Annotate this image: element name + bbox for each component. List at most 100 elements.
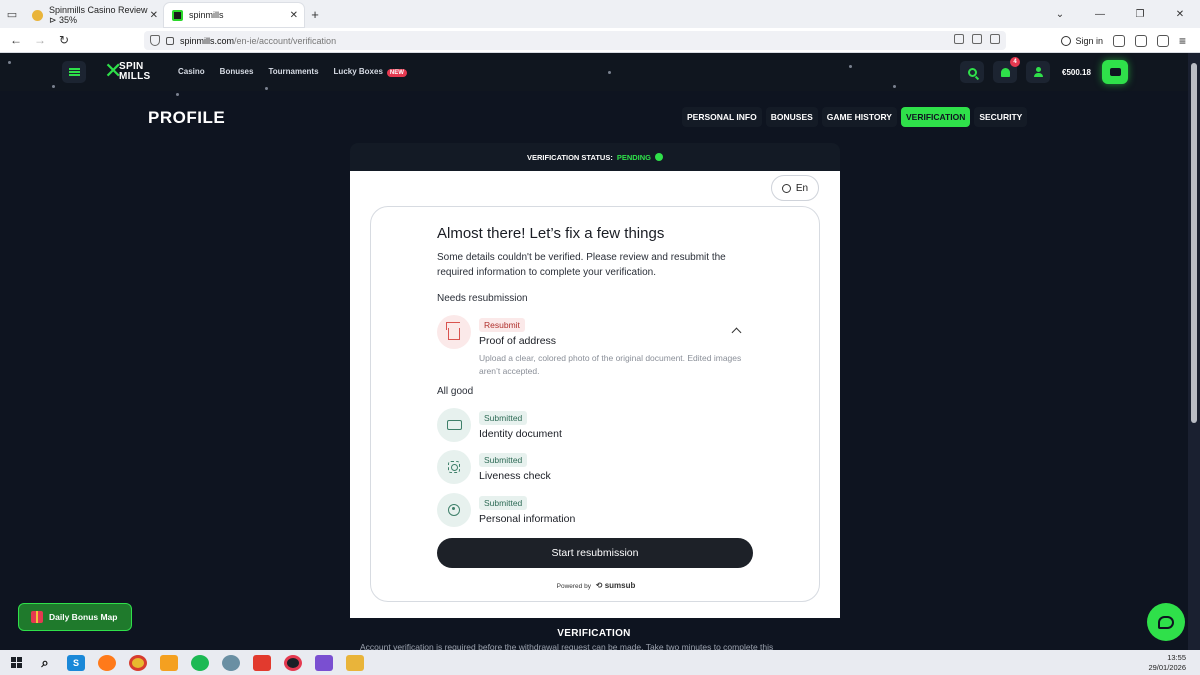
extension-icon[interactable] xyxy=(1112,34,1125,47)
tab-title: Spinmills Casino Review ⊳ 35% xyxy=(49,4,148,25)
logo[interactable]: ✕ SPIN MILLS xyxy=(104,60,156,84)
snowflake-icon xyxy=(849,65,852,68)
url-host: spinmills.com xyxy=(180,35,235,46)
url-bar[interactable]: spinmills.com /en-ie/account/verificatio… xyxy=(144,31,1006,50)
nav-tournaments[interactable]: Tournaments xyxy=(268,67,318,76)
submitted-badge: Submitted xyxy=(479,496,528,510)
app-icon[interactable] xyxy=(222,654,240,671)
shield-icon[interactable] xyxy=(150,35,160,46)
main-nav: Casino Bonuses Tournaments Lucky Boxes NE… xyxy=(178,67,407,77)
notification-count-badge: 4 xyxy=(1010,57,1020,67)
back-icon[interactable]: ← xyxy=(4,33,28,47)
url-path: /en-ie/account/verification xyxy=(234,35,337,46)
tab-personal-info[interactable]: PERSONAL INFO xyxy=(682,107,762,127)
new-tab-icon[interactable]: + xyxy=(304,7,326,22)
page-scrollbar[interactable] xyxy=(1188,53,1200,650)
search-button[interactable] xyxy=(960,61,984,83)
record-icon[interactable] xyxy=(284,654,302,671)
search-icon xyxy=(967,67,977,77)
lock-icon[interactable] xyxy=(166,36,174,45)
verification-status: VERIFICATION STATUS: PENDING xyxy=(350,143,840,171)
status-badge: PENDING xyxy=(616,152,651,162)
close-tab-icon[interactable]: ✕ xyxy=(150,10,158,21)
verification-card: Almost there! Let’s fix a few things Som… xyxy=(370,206,820,602)
app-icon[interactable] xyxy=(315,654,333,671)
snowflake-icon xyxy=(893,85,896,88)
gift-icon xyxy=(31,611,43,623)
skype-icon[interactable]: S xyxy=(67,654,85,671)
download-icon[interactable] xyxy=(972,34,982,44)
tab-list-icon[interactable]: ▭ xyxy=(0,0,24,28)
browser-tab-review[interactable]: Spinmills Casino Review ⊳ 35% ✕ xyxy=(24,3,164,27)
search-icon[interactable]: ⌕ xyxy=(36,655,54,671)
info-icon[interactable] xyxy=(655,153,663,161)
balance[interactable]: €500.18 xyxy=(1062,68,1091,77)
powered-by-label: Powered by xyxy=(556,583,591,590)
spotify-icon[interactable] xyxy=(191,654,209,671)
browser-tab-spinmills[interactable]: spinmills ✕ xyxy=(164,3,304,27)
sign-in-label: Sign in xyxy=(1075,35,1103,46)
account-icon xyxy=(1061,35,1072,46)
needs-resubmission-label: Needs resubmission xyxy=(437,293,528,304)
site-viewport: ✕ SPIN MILLS Casino Bonuses Tournaments … xyxy=(0,53,1188,650)
app-icon[interactable] xyxy=(253,654,271,671)
nav-lucky-boxes[interactable]: Lucky Boxes NEW xyxy=(333,67,407,77)
start-resubmission-button[interactable]: Start resubmission xyxy=(437,538,753,568)
close-tab-icon[interactable]: ✕ xyxy=(290,10,298,21)
status-label: VERIFICATION STATUS: xyxy=(526,152,613,162)
proof-of-address-item[interactable]: Proof of address xyxy=(479,335,556,347)
puzzle-icon[interactable] xyxy=(1156,34,1169,47)
nav-bonuses[interactable]: Bonuses xyxy=(220,67,254,76)
forward-icon[interactable]: → xyxy=(28,33,52,47)
hamburger-menu-icon[interactable]: ≡ xyxy=(1179,34,1186,48)
windows-start-icon[interactable] xyxy=(11,656,23,669)
notifications-button[interactable]: 4 xyxy=(993,57,1020,83)
tab-security[interactable]: SECURITY xyxy=(974,107,1028,127)
liveness-icon-wrap xyxy=(437,450,471,484)
bell-icon xyxy=(1000,67,1010,77)
sumsub-logo: ⟲ sumsub xyxy=(595,581,636,590)
reload-icon[interactable]: ↻ xyxy=(52,33,76,47)
wallet-button[interactable] xyxy=(1102,60,1128,84)
face-scan-icon xyxy=(448,461,460,473)
clock-time: 13:55 xyxy=(1167,653,1186,662)
daily-bonus-map-button[interactable]: Daily Bonus Map xyxy=(18,603,132,631)
card-description: Some details couldn't be verified. Pleas… xyxy=(437,252,726,278)
firefox-icon[interactable] xyxy=(98,654,116,671)
chat-icon xyxy=(1158,615,1174,629)
verification-panel: En Almost there! Let’s fix a few things … xyxy=(350,171,840,618)
chevron-down-icon[interactable]: ⌄ xyxy=(1040,0,1080,28)
new-badge: NEW xyxy=(386,69,407,77)
bookmark-star-icon[interactable] xyxy=(990,34,1000,44)
live-chat-button[interactable] xyxy=(1147,603,1185,641)
folder-icon[interactable] xyxy=(346,654,364,671)
menu-button[interactable] xyxy=(62,61,86,83)
user-icon xyxy=(1033,67,1043,77)
address-icon-wrap xyxy=(437,315,471,349)
nav-label: Lucky Boxes xyxy=(333,67,383,76)
app-icon[interactable] xyxy=(160,654,178,671)
nav-casino[interactable]: Casino xyxy=(178,67,205,76)
sign-in-button[interactable]: Sign in xyxy=(1061,35,1103,46)
page-title: PROFILE xyxy=(148,108,226,127)
favicon-icon xyxy=(172,9,183,21)
identity-document-item: Identity document xyxy=(479,428,562,440)
screenshot-icon[interactable] xyxy=(1134,34,1147,47)
tab-bonuses[interactable]: BONUSES xyxy=(765,107,818,127)
minimize-icon[interactable]: — xyxy=(1080,0,1120,28)
maximize-icon[interactable]: ❐ xyxy=(1120,0,1160,28)
reader-view-icon[interactable] xyxy=(954,34,964,44)
snowflake-icon xyxy=(265,87,268,90)
system-clock[interactable]: 13:55 29/01/2026 xyxy=(1148,653,1186,673)
profile-button[interactable] xyxy=(1026,61,1050,83)
chrome-icon[interactable] xyxy=(129,654,147,671)
tab-game-history[interactable]: GAME HISTORY xyxy=(821,107,897,127)
close-window-icon[interactable]: ✕ xyxy=(1160,0,1200,28)
browser-nav-bar: ← → ↻ spinmills.com /en-ie/account/verif… xyxy=(0,28,1200,53)
profile-tabs: PERSONAL INFO BONUSES GAME HISTORY VERIF… xyxy=(682,107,1028,127)
tab-verification[interactable]: VERIFICATION xyxy=(900,107,971,127)
chevron-up-icon[interactable] xyxy=(731,327,742,338)
snowflake-icon xyxy=(8,61,11,64)
language-selector[interactable]: En xyxy=(771,175,819,201)
scrollbar-thumb[interactable] xyxy=(1191,63,1197,423)
